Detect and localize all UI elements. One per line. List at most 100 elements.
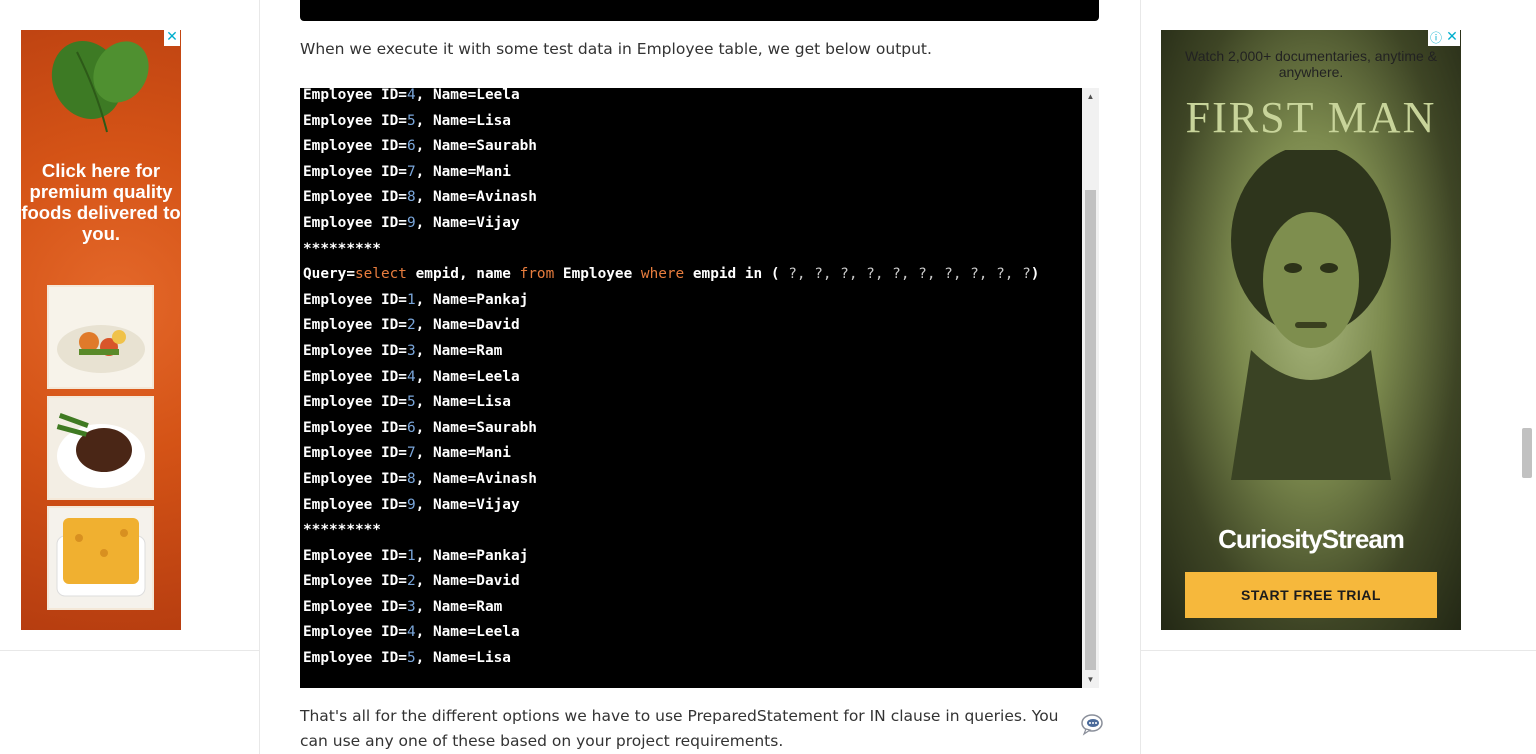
sql-columns: empid, name: [406, 266, 520, 283]
emp-id: 6: [406, 419, 416, 436]
left-ad-close-icon[interactable]: ✕: [164, 30, 180, 46]
console-line: Employee ID=7, Name=Mani: [303, 160, 1082, 186]
emp-label: Employee ID=: [303, 445, 407, 462]
food-image-2[interactable]: [47, 396, 154, 500]
emp-label: Employee ID=: [303, 547, 407, 564]
emp-label: Employee ID=: [303, 368, 407, 385]
emp-label: Employee ID=: [303, 419, 407, 436]
scroll-down-icon[interactable]: ▼: [1082, 671, 1099, 688]
console-line: *********: [303, 518, 1082, 544]
separator: *********: [303, 522, 381, 539]
console-line: Query=select empid, name from Employee w…: [303, 262, 1082, 288]
emp-id: 5: [406, 650, 416, 667]
emp-label: Employee ID=: [303, 291, 407, 308]
emp-id: 1: [406, 547, 416, 564]
console-line: *********: [303, 237, 1082, 263]
emp-name: , Name=Pankaj: [415, 547, 529, 564]
console-line: Employee ID=5, Name=Lisa: [303, 390, 1082, 416]
emp-name: , Name=Ram: [415, 598, 503, 615]
food-image-1[interactable]: [47, 285, 154, 389]
emp-label: Employee ID=: [303, 112, 407, 129]
emp-name: , Name=Leela: [415, 624, 520, 641]
ad-info-icon[interactable]: ⓘ: [1428, 30, 1444, 46]
emp-label: Employee ID=: [303, 163, 407, 180]
outro-paragraph: That's all for the different options we …: [300, 707, 1059, 750]
food-image-3[interactable]: [47, 506, 154, 610]
emp-id: 2: [406, 317, 416, 334]
emp-label: Employee ID=: [303, 214, 407, 231]
emp-name: , Name=Pankaj: [415, 291, 529, 308]
emp-label: Employee ID=: [303, 189, 407, 206]
emp-id: 5: [406, 112, 416, 129]
right-sidebar-divider: [1141, 650, 1536, 651]
page-scrollbar-thumb[interactable]: [1522, 428, 1532, 478]
emp-id: 5: [406, 394, 416, 411]
emp-name: , Name=Saurabh: [415, 138, 537, 155]
console-line: Employee ID=4, Name=Leela: [303, 365, 1082, 391]
emp-label: Employee ID=: [303, 394, 407, 411]
emp-name: , Name=Lisa: [415, 394, 511, 411]
console-line: Employee ID=1, Name=Pankaj: [303, 544, 1082, 570]
emp-label: Employee ID=: [303, 88, 407, 103]
emp-label: Employee ID=: [303, 573, 407, 590]
right-ad-title: FIRST MAN: [1185, 93, 1437, 142]
separator: *********: [303, 240, 381, 257]
sql-table: Employee: [554, 266, 641, 283]
emp-name: , Name=David: [415, 317, 520, 334]
emp-label: Employee ID=: [303, 650, 407, 667]
left-ad-banner[interactable]: Click here for premium quality foods del…: [21, 30, 181, 630]
console-line: Employee ID=5, Name=Lisa: [303, 109, 1082, 135]
basil-leaf-image: [51, 41, 149, 133]
sql-in-clause: empid in (: [684, 266, 789, 283]
emp-label: Employee ID=: [303, 470, 407, 487]
emp-name: , Name=Avinash: [415, 470, 537, 487]
console-line: Employee ID=8, Name=Avinash: [303, 467, 1082, 493]
console-output[interactable]: Employee ID=4, Name=Leela Employee ID=5, …: [300, 88, 1099, 688]
console-line: Employee ID=4, Name=Leela: [303, 620, 1082, 646]
emp-name: , Name=Mani: [415, 163, 511, 180]
emp-id: 1: [406, 291, 416, 308]
sql-keyword: select: [354, 266, 407, 283]
emp-label: Employee ID=: [303, 138, 407, 155]
right-ad-banner[interactable]: Watch 2,000+ documentaries, anytime & an…: [1161, 30, 1461, 630]
console-line: Employee ID=8, Name=Avinash: [303, 185, 1082, 211]
emp-id: 4: [406, 88, 416, 103]
sql-keyword: where: [640, 266, 685, 283]
emp-id: 2: [406, 573, 416, 590]
left-sidebar-divider: [0, 650, 259, 651]
emp-name: , Name=Saurabh: [415, 419, 537, 436]
emp-name: , Name=Vijay: [415, 214, 520, 231]
console-line: Employee ID=6, Name=Saurabh: [303, 134, 1082, 160]
console-line: Employee ID=7, Name=Mani: [303, 441, 1082, 467]
console-line: Employee ID=3, Name=Ram: [303, 339, 1082, 365]
query-label: Query=: [303, 266, 355, 283]
emp-id: 4: [406, 624, 416, 641]
console-line: Employee ID=2, Name=David: [303, 569, 1082, 595]
right-ad-close-icon[interactable]: ✕: [1444, 30, 1460, 46]
console-line: Employee ID=2, Name=David: [303, 313, 1082, 339]
emp-name: , Name=Leela: [415, 88, 520, 103]
console-scrollbar[interactable]: ▲ ▼: [1082, 88, 1099, 688]
console-line: Employee ID=4, Name=Leela: [303, 88, 1082, 109]
emp-name: , Name=David: [415, 573, 520, 590]
emp-id: 9: [406, 214, 416, 231]
emp-label: Employee ID=: [303, 496, 407, 513]
emp-id: 7: [406, 163, 416, 180]
console-line: Employee ID=5, Name=Lisa: [303, 646, 1082, 672]
left-column-divider: [259, 0, 260, 754]
previous-code-block: [300, 0, 1099, 21]
console-line: Employee ID=9, Name=Vijay: [303, 493, 1082, 519]
chat-bubble-icon[interactable]: [1080, 712, 1104, 736]
emp-label: Employee ID=: [303, 598, 407, 615]
console-line: Employee ID=9, Name=Vijay: [303, 211, 1082, 237]
start-free-trial-button[interactable]: START FREE TRIAL: [1185, 572, 1437, 618]
emp-label: Employee ID=: [303, 342, 407, 359]
console-scroll-thumb[interactable]: [1085, 190, 1096, 670]
scroll-up-icon[interactable]: ▲: [1082, 88, 1099, 105]
emp-name: , Name=Vijay: [415, 496, 520, 513]
left-ad-text[interactable]: Click here for premium quality foods del…: [21, 160, 181, 244]
console-line: Employee ID=1, Name=Pankaj: [303, 288, 1082, 314]
console-line: Employee ID=3, Name=Ram: [303, 595, 1082, 621]
emp-name: , Name=Ram: [415, 342, 503, 359]
right-column-divider: [1140, 0, 1141, 754]
